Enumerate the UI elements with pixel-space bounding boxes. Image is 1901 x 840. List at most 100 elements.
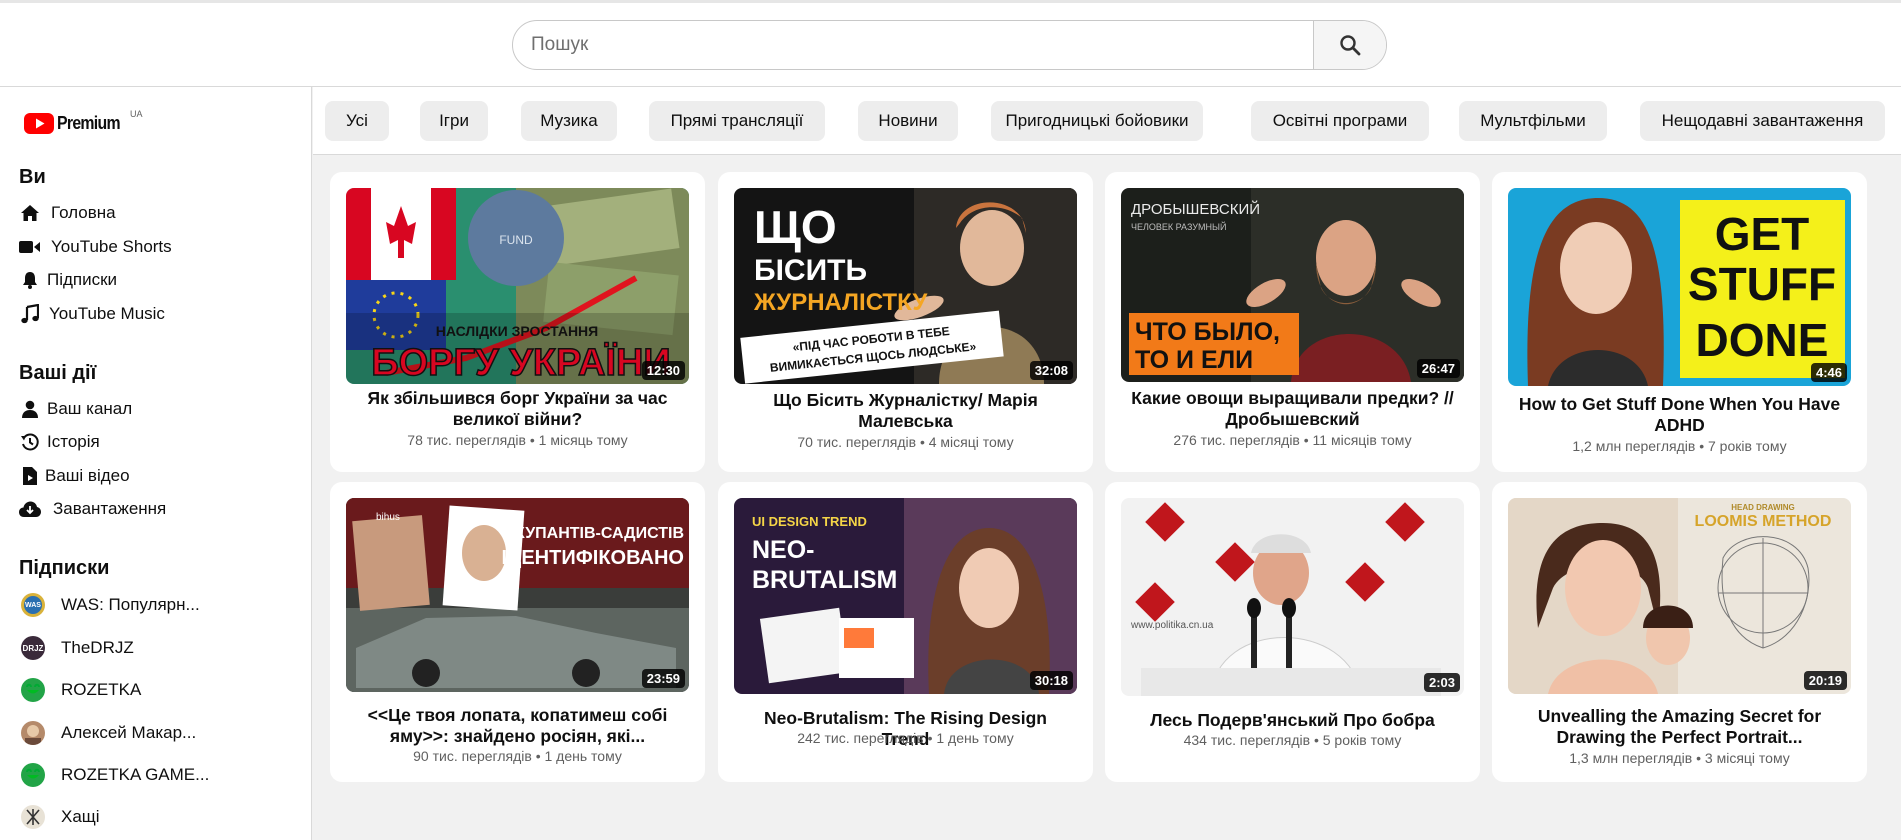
video-thumbnail[interactable]: UI DESIGN TREND NEO- BRUTALISM 30:18 (734, 498, 1077, 694)
video-duration: 23:59 (641, 669, 685, 688)
video-thumbnail[interactable]: www.politika.cn.ua 2:03 (1121, 498, 1464, 696)
video-card[interactable]: GET STUFF DONE 4:46 How to Get Stuff Don… (1492, 172, 1867, 472)
video-title[interactable]: Що Бісить Журналістку/ Марія Малевська (740, 390, 1071, 432)
subscription-item-khashchi[interactable]: Хащі (21, 802, 100, 832)
thumbnail-text: ЩО (754, 201, 837, 253)
thumbnail-text: STUFF (1688, 258, 1836, 310)
file-video-icon (19, 465, 41, 487)
category-chip-bar: Усі Ігри Музика Прямі трансляції Новини … (313, 87, 1901, 155)
video-card[interactable]: HEAD DRAWING LOOMIS METHOD 20:19 Unveall… (1492, 482, 1867, 782)
subscription-label: ROZETKA GAME... (61, 765, 210, 784)
sidebar-item-label: Головна (51, 203, 116, 222)
section-title-you: Ви (19, 166, 46, 188)
video-title[interactable]: Unvealling the Amazing Secret for Drawin… (1514, 706, 1845, 748)
thumbnail-text: ЧТО БЫЛО, (1135, 318, 1280, 346)
sidebar-item-shorts[interactable]: YouTube Shorts (19, 234, 172, 260)
chip-educational[interactable]: Освітні програми (1251, 101, 1429, 141)
chip-recently-uploaded[interactable]: Нещодавні завантаження (1640, 101, 1885, 141)
thumbnail-text: bihus (376, 512, 400, 523)
thumbnail-text: НАСЛІДКИ ЗРОСТАННЯ (436, 323, 598, 339)
thumbnail-text: DONE (1696, 314, 1829, 366)
video-thumbnail[interactable]: ДРОБЫШЕВСКИЙ ЧЕЛОВЕК РАЗУМНЫЙ ЧТО БЫЛО, … (1121, 188, 1464, 382)
thumbnail-text: GET (1715, 208, 1810, 260)
thumbnail-text: ДРОБЫШЕВСКИЙ (1131, 200, 1260, 218)
video-thumbnail[interactable]: GET STUFF DONE 4:46 (1508, 188, 1851, 386)
video-duration: 2:03 (1423, 673, 1460, 692)
chip-news[interactable]: Новини (858, 101, 958, 141)
music-note-icon (19, 303, 41, 325)
avatar: WAS (21, 593, 45, 617)
search-input[interactable] (513, 21, 1313, 69)
video-title[interactable]: Як збільшився борг України за час велико… (352, 388, 683, 430)
sidebar-item-subscriptions[interactable]: Підписки (19, 267, 117, 293)
video-meta: 90 тис. переглядів • 1 день тому (413, 748, 622, 764)
chip-games[interactable]: Ігри (420, 101, 488, 141)
video-duration: 32:08 (1029, 361, 1073, 380)
subscription-item-rozetka[interactable]: ROZETKA (21, 675, 141, 705)
video-duration: 20:19 (1803, 671, 1847, 690)
video-title[interactable]: <<Це твоя лопата, копатимеш собі яму>>: … (352, 705, 683, 747)
search-box (512, 20, 1387, 70)
thumbnail-text: BRUTALISM (752, 566, 897, 594)
subscription-item-rozetka-games[interactable]: ROZETKA GAME... (21, 760, 209, 790)
sidebar: Premium UA Ви Головна YouTube Shorts Під… (0, 87, 312, 840)
sidebar-item-history[interactable]: Історія (19, 429, 100, 455)
chip-action-adventure[interactable]: Пригодницькі бойовики (991, 101, 1203, 141)
search-button[interactable] (1313, 21, 1386, 69)
video-card[interactable]: ДРОБЫШЕВСКИЙ ЧЕЛОВЕК РАЗУМНЫЙ ЧТО БЫЛО, … (1105, 172, 1480, 472)
video-title[interactable]: How to Get Stuff Done When You Have ADHD (1514, 394, 1845, 436)
video-title[interactable]: Какие овощи выращивали предки? // Дробыш… (1127, 388, 1458, 430)
video-card[interactable]: UI DESIGN TREND NEO- BRUTALISM 30:18 Neo… (718, 482, 1093, 782)
subscription-item-aleksey-makar[interactable]: Алексей Макар... (21, 718, 196, 748)
video-thumbnail[interactable]: ЩО БІСИТЬ ЖУРНАЛІСТКУ «ПІД ЧАС РОБОТИ В … (734, 188, 1077, 384)
thumbnail-text: БОРГУ УКРАЇНИ (371, 341, 670, 384)
thumbnail-text: ТО И ЕЛИ (1135, 346, 1253, 374)
thumbnail-text: LOOMIS METHOD (1695, 513, 1832, 530)
video-meta: 1,2 млн переглядів • 7 років тому (1572, 438, 1787, 454)
video-card[interactable]: FUND НАСЛІДКИ ЗРОСТАННЯ БОРГУ УКРАЇНИ 12… (330, 172, 705, 472)
thumbnail-text: UI DESIGN TREND (752, 514, 867, 529)
youtube-premium-logo[interactable]: Premium UA (24, 109, 143, 134)
video-meta: 1,3 млн переглядів • 3 місяці тому (1569, 750, 1790, 766)
sidebar-item-your-videos[interactable]: Ваші відео (19, 463, 130, 489)
svg-text:FUND: FUND (499, 233, 533, 247)
sidebar-item-home[interactable]: Головна (19, 200, 116, 226)
home-icon (19, 202, 41, 224)
section-title-activity: Ваші дії (19, 362, 97, 384)
subscription-label: TheDRJZ (61, 638, 134, 657)
chip-all[interactable]: Усі (325, 101, 389, 141)
sidebar-item-label: Ваш канал (47, 399, 133, 418)
history-icon (19, 431, 41, 453)
video-thumbnail[interactable]: FUND НАСЛІДКИ ЗРОСТАННЯ БОРГУ УКРАЇНИ 12… (346, 188, 689, 384)
sidebar-item-downloads[interactable]: Завантаження (19, 496, 166, 522)
video-card[interactable]: bihus ОКУПАНТІВ-САДИСТІВ ІДЕНТИФІКОВАНО … (330, 482, 705, 782)
avatar (21, 678, 45, 702)
sidebar-item-youtube-music[interactable]: YouTube Music (19, 301, 165, 327)
video-card[interactable]: ЩО БІСИТЬ ЖУРНАЛІСТКУ «ПІД ЧАС РОБОТИ В … (718, 172, 1093, 472)
thumbnail-text: ОКУПАНТІВ-САДИСТІВ (503, 525, 684, 542)
search-icon (1340, 35, 1361, 56)
video-meta: 434 тис. переглядів • 5 років тому (1183, 732, 1402, 748)
video-thumbnail[interactable]: HEAD DRAWING LOOMIS METHOD 20:19 (1508, 498, 1851, 694)
bell-icon (19, 269, 41, 291)
subscription-item-was[interactable]: WAS WAS: Популярн... (21, 590, 200, 620)
section-title-subscriptions: Підписки (19, 557, 110, 579)
subscription-label: WAS: Популярн... (61, 595, 200, 614)
video-thumbnail[interactable]: bihus ОКУПАНТІВ-САДИСТІВ ІДЕНТИФІКОВАНО … (346, 498, 689, 692)
video-meta: 70 тис. переглядів • 4 місяці тому (797, 434, 1014, 450)
sidebar-item-label: YouTube Music (49, 304, 165, 323)
video-title[interactable]: Лесь Подерв'янський Про бобра (1127, 710, 1458, 731)
chip-music[interactable]: Музика (521, 101, 617, 141)
chip-live[interactable]: Прямі трансляції (649, 101, 825, 141)
avatar (21, 763, 45, 787)
subscription-item-thedrjz[interactable]: DRJZ TheDRJZ (21, 633, 134, 663)
thumbnail-text: HEAD DRAWING (1731, 503, 1795, 512)
thumbnail-text: NEO- (752, 536, 815, 564)
chip-cartoons[interactable]: Мультфільми (1459, 101, 1607, 141)
sidebar-item-label: Завантаження (53, 499, 167, 518)
video-card[interactable]: www.politika.cn.ua 2:03 Лесь Подерв'янсь… (1105, 482, 1480, 782)
sidebar-item-your-channel[interactable]: Ваш канал (19, 396, 132, 422)
sidebar-item-label: YouTube Shorts (51, 237, 172, 256)
cloud-download-icon (19, 498, 41, 520)
shorts-icon (19, 236, 41, 258)
